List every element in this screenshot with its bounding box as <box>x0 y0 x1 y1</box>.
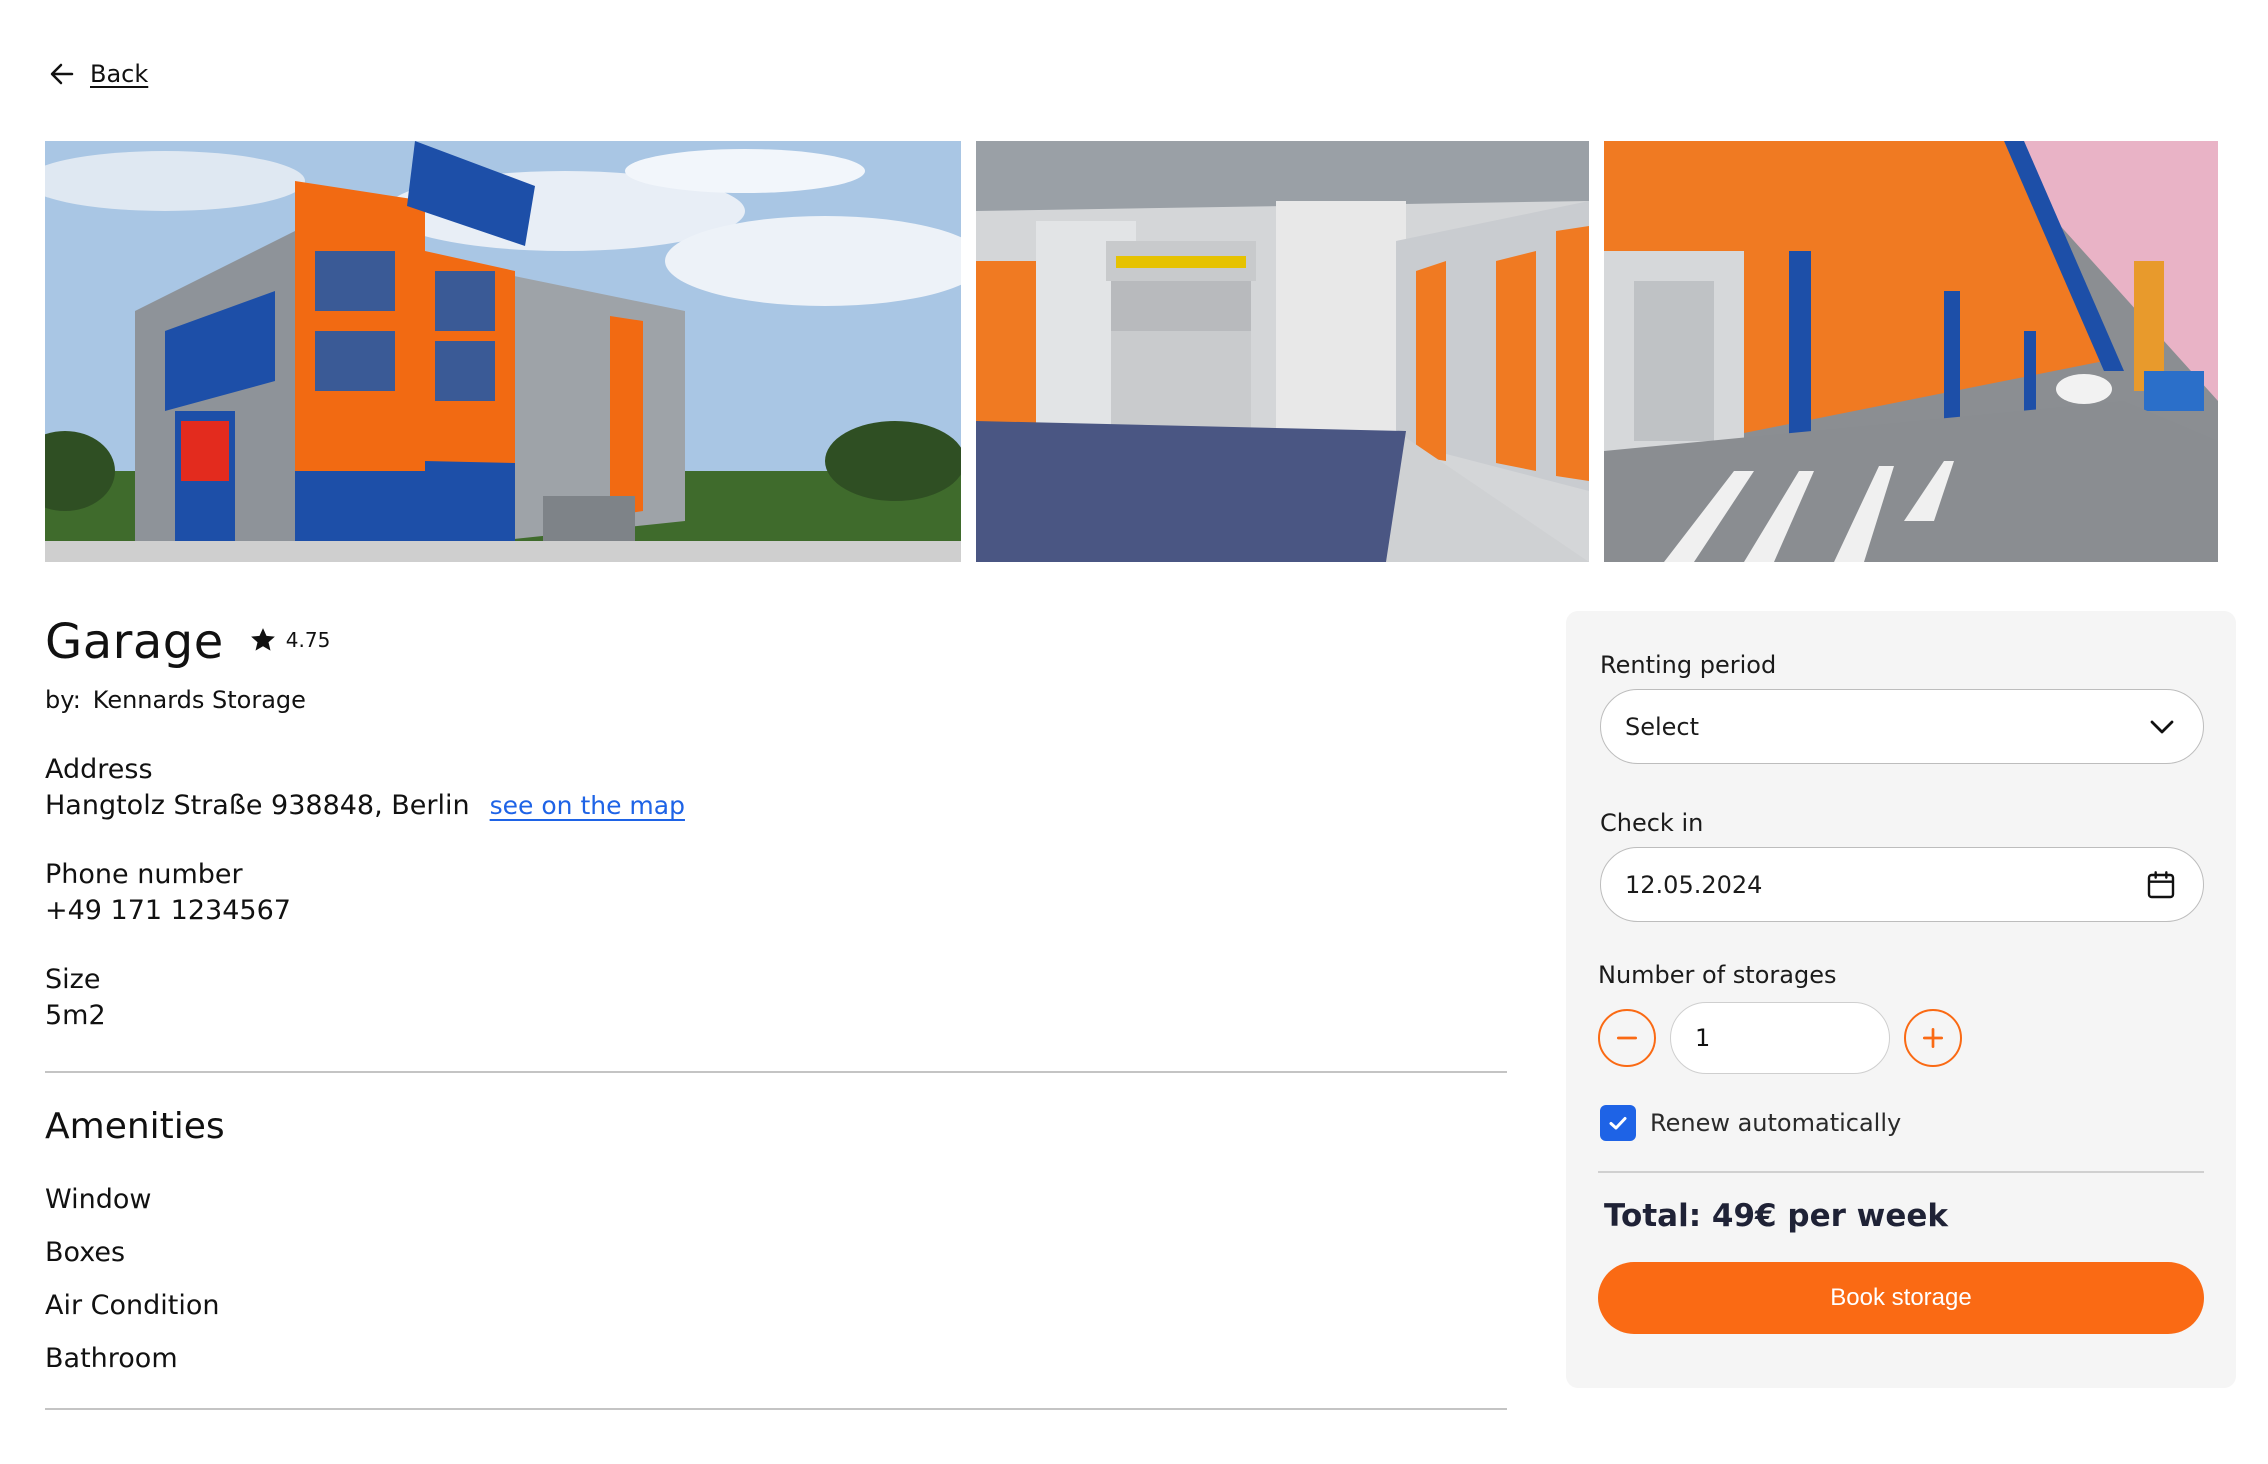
amenity-item: Bathroom <box>45 1343 178 1374</box>
owner-name: Kennards Storage <box>92 686 306 714</box>
renew-label: Renew automatically <box>1650 1109 1902 1137</box>
storage-quantity-stepper: 1 <box>1598 1002 1962 1074</box>
check-in-label: Check in <box>1600 809 1704 837</box>
address-row: Hangtolz Straße 938848, Berlin see on th… <box>45 788 685 824</box>
rating: 4.75 <box>248 625 331 655</box>
plus-icon <box>1922 1027 1944 1049</box>
phone-value: +49 171 1234567 <box>45 895 291 926</box>
renew-checkbox[interactable] <box>1600 1105 1636 1141</box>
renew-automatically-toggle[interactable]: Renew automatically <box>1600 1105 1901 1141</box>
amenities-title: Amenities <box>45 1106 225 1147</box>
check-in-date-input[interactable]: 12.05.2024 <box>1600 847 2204 922</box>
owner-prefix: by: <box>45 686 81 714</box>
photo-gallery <box>45 141 2218 562</box>
phone-label: Phone number <box>45 859 243 890</box>
address-block: Address Hangtolz Straße 938848, Berlin s… <box>45 752 685 824</box>
back-label: Back <box>90 60 149 88</box>
panel-divider <box>1598 1171 2204 1173</box>
renting-period-select[interactable]: Select <box>1600 689 2204 764</box>
renting-period-value: Select <box>1625 712 1700 741</box>
storage-exterior-photo[interactable] <box>1604 141 2218 562</box>
amenity-item: Boxes <box>45 1237 126 1268</box>
number-of-storages-label: Number of storages <box>1598 961 1837 989</box>
amenity-item: Air Condition <box>45 1290 220 1321</box>
check-in-value: 12.05.2024 <box>1625 870 1763 899</box>
storage-quantity-input[interactable]: 1 <box>1670 1002 1890 1074</box>
decrement-button[interactable] <box>1598 1009 1656 1067</box>
listing-title: Garage <box>45 614 224 670</box>
book-storage-button[interactable]: Book storage <box>1598 1262 2204 1334</box>
storage-interior-photo[interactable] <box>976 141 1589 562</box>
section-divider <box>45 1408 1507 1410</box>
booking-panel: Renting period Select Check in 12.05.202… <box>1566 611 2236 1388</box>
size-value: 5m2 <box>45 1000 106 1031</box>
phone-block: Phone number +49 171 1234567 <box>45 857 291 929</box>
increment-button[interactable] <box>1904 1009 1962 1067</box>
owner-line: by: Kennards Storage <box>45 686 306 714</box>
checkmark-icon <box>1609 1117 1627 1130</box>
renting-period-label: Renting period <box>1600 651 1777 679</box>
back-link[interactable]: Back <box>48 60 148 88</box>
section-divider <box>45 1071 1507 1073</box>
chevron-down-icon <box>2150 720 2174 733</box>
amenity-item: Window <box>45 1184 152 1215</box>
size-label: Size <box>45 964 101 995</box>
minus-icon <box>1616 1036 1638 1040</box>
address-label: Address <box>45 754 153 785</box>
star-icon <box>250 628 275 651</box>
see-on-map-link[interactable]: see on the map <box>490 788 685 824</box>
title-row: Garage 4.75 <box>45 614 330 670</box>
total-price: Total: 49€ per week <box>1604 1198 1948 1234</box>
calendar-icon[interactable] <box>2145 869 2177 901</box>
back-arrow-icon <box>50 63 74 85</box>
size-block: Size 5m2 <box>45 962 106 1034</box>
address-value: Hangtolz Straße 938848, Berlin <box>45 790 470 821</box>
rating-value: 4.75 <box>285 628 331 652</box>
storage-building-photo[interactable] <box>45 141 961 562</box>
